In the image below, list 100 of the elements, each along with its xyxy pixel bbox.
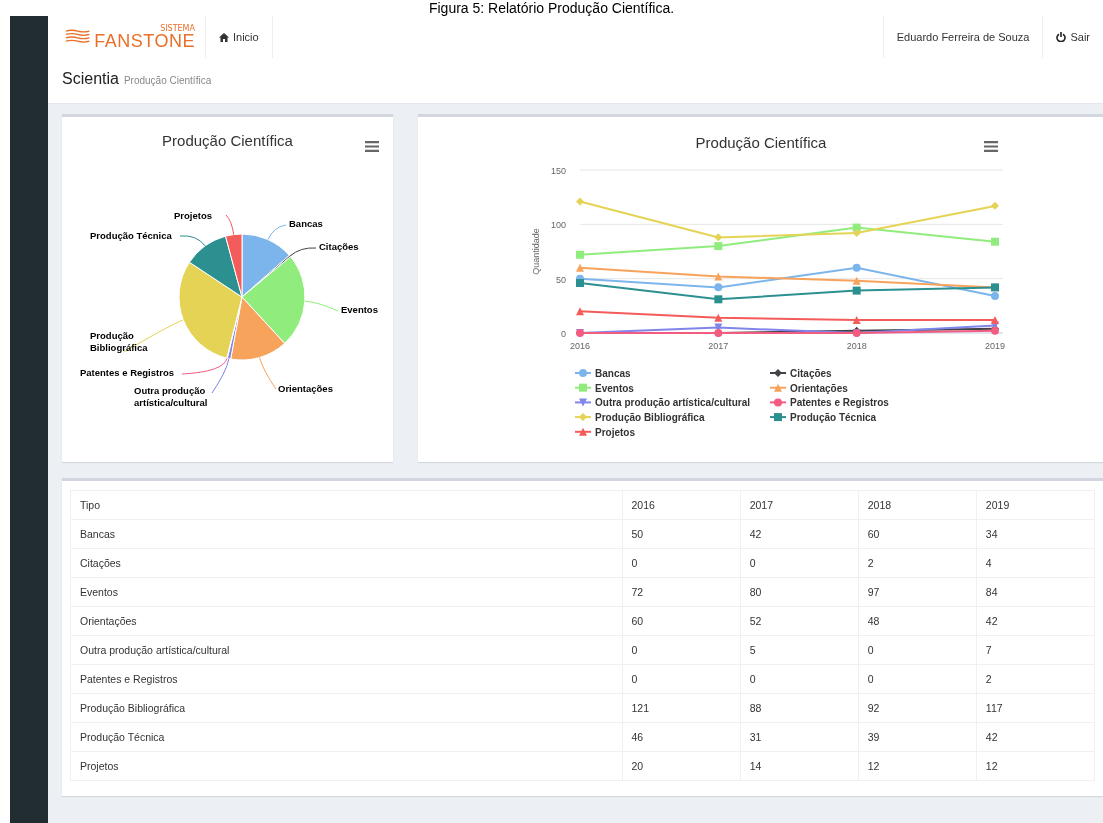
table-cell: 42 xyxy=(740,519,859,549)
menu-icon[interactable] xyxy=(365,141,379,152)
table-cell: 60 xyxy=(858,519,977,549)
table-cell: 117 xyxy=(976,693,1095,723)
table-cell: 50 xyxy=(622,519,741,549)
point xyxy=(576,307,584,316)
y-tick-label: 50 xyxy=(556,274,566,285)
point xyxy=(991,315,999,324)
table-cell: 14 xyxy=(740,751,859,781)
pie-label: Citações xyxy=(319,241,359,252)
y-axis-title: Quantidade xyxy=(531,228,541,275)
legend-label[interactable]: Eventos xyxy=(595,382,634,394)
table-cell: 72 xyxy=(622,577,741,607)
column-header: 2018 xyxy=(858,490,977,520)
table-cell: 39 xyxy=(858,722,977,752)
legend-label[interactable]: Citações xyxy=(790,368,832,379)
logo-wordmark: FANSTONE xyxy=(94,31,195,50)
y-tick-label: 0 xyxy=(561,329,566,339)
table-cell: 31 xyxy=(740,722,859,752)
table-cell: 2 xyxy=(976,664,1095,694)
legend-label[interactable]: Orientações xyxy=(790,382,848,394)
point xyxy=(852,276,861,285)
table-cell: 121 xyxy=(622,693,741,723)
legend-label[interactable]: Produção Bibliográfica xyxy=(595,412,705,424)
table-cell: 0 xyxy=(858,664,977,694)
legend-symbol-icon xyxy=(769,398,787,407)
table-cell: 0 xyxy=(858,635,977,665)
pie-label: Patentes e Registros xyxy=(80,367,174,378)
table-cell: 97 xyxy=(858,577,977,607)
point xyxy=(991,201,999,210)
legend-label[interactable]: Outra produção artística/cultural xyxy=(595,397,751,409)
table-cell: Bancas xyxy=(70,519,623,549)
pie-label: Produção Bibliográfica xyxy=(90,330,148,353)
page-subtitle: Produção Científica xyxy=(123,75,212,86)
column-header: 2019 xyxy=(976,490,1095,520)
table-cell: 92 xyxy=(858,693,977,723)
table-cell: Outra produção artística/cultural xyxy=(70,635,623,665)
point xyxy=(852,315,861,324)
table-cell: 4 xyxy=(976,548,1095,578)
figure-caption: Figura 5: Relatório Produção Científica. xyxy=(427,0,676,16)
point xyxy=(714,295,723,304)
legend-symbol-icon xyxy=(574,383,592,392)
legend-label[interactable]: Produção Técnica xyxy=(790,412,877,424)
table-cell: Eventos xyxy=(70,577,623,607)
table-cell: 0 xyxy=(740,548,859,578)
table-cell: 20 xyxy=(622,751,741,781)
pie-label: Orientações xyxy=(278,383,333,394)
column-header: Tipo xyxy=(70,490,623,520)
table-cell: 34 xyxy=(976,519,1095,549)
table-cell: 5 xyxy=(740,635,859,665)
y-tick-label: 150 xyxy=(550,166,566,176)
pie-label: Produção Técnica xyxy=(90,230,172,241)
table-cell: 42 xyxy=(976,606,1095,636)
table-cell: Projetos xyxy=(70,751,623,781)
table-cell: 60 xyxy=(622,606,741,636)
point xyxy=(576,279,584,288)
legend-label[interactable]: Patentes e Registros xyxy=(790,397,889,409)
table-cell: 7 xyxy=(976,635,1095,665)
table-cell: 84 xyxy=(976,577,1095,607)
table-cell: Produção Técnica xyxy=(70,722,623,752)
legend-symbol-icon xyxy=(574,369,592,377)
point xyxy=(714,233,723,242)
menu-icon[interactable] xyxy=(984,141,998,152)
x-tick-label: 2016 xyxy=(570,341,590,351)
chart-title: Produção Científica xyxy=(695,134,827,151)
table-cell: Citações xyxy=(70,548,623,578)
legend-symbol-icon xyxy=(769,369,787,377)
logo-icon xyxy=(65,28,91,46)
point xyxy=(991,292,999,301)
legend-label[interactable]: Bancas xyxy=(595,368,631,379)
y-tick-label: 100 xyxy=(550,220,566,231)
point xyxy=(852,263,861,272)
legend-symbol-icon xyxy=(769,413,787,422)
home-icon xyxy=(219,32,229,42)
point xyxy=(714,313,723,322)
legend-symbol-icon xyxy=(574,427,592,436)
pie-label: Outra produção artística/cultural xyxy=(134,385,208,408)
legend-symbol-icon xyxy=(769,383,787,392)
legend-symbol-icon xyxy=(574,413,592,422)
point xyxy=(852,286,861,295)
table-cell: 0 xyxy=(740,664,859,694)
table-cell: Orientações xyxy=(70,606,623,636)
table-cell: 0 xyxy=(622,635,741,665)
table-cell: 2 xyxy=(858,548,977,578)
legend-label[interactable]: Projetos xyxy=(595,426,635,438)
point xyxy=(576,250,584,259)
table-cell: 12 xyxy=(976,751,1095,781)
table-cell: 52 xyxy=(740,606,859,636)
table-cell: 42 xyxy=(976,722,1095,752)
logo-tagline: SISTEMA xyxy=(160,24,195,33)
pie-label: Projetos xyxy=(174,210,212,221)
table-cell: 46 xyxy=(622,722,741,752)
legend-symbol-icon xyxy=(574,398,592,407)
column-header: 2016 xyxy=(622,490,741,520)
table-cell: 48 xyxy=(858,606,977,636)
table-cell: Patentes e Registros xyxy=(70,664,623,694)
point xyxy=(714,242,723,251)
column-header: 2017 xyxy=(740,490,859,520)
point xyxy=(576,263,584,272)
chart-title: Produção Científica xyxy=(161,131,294,149)
